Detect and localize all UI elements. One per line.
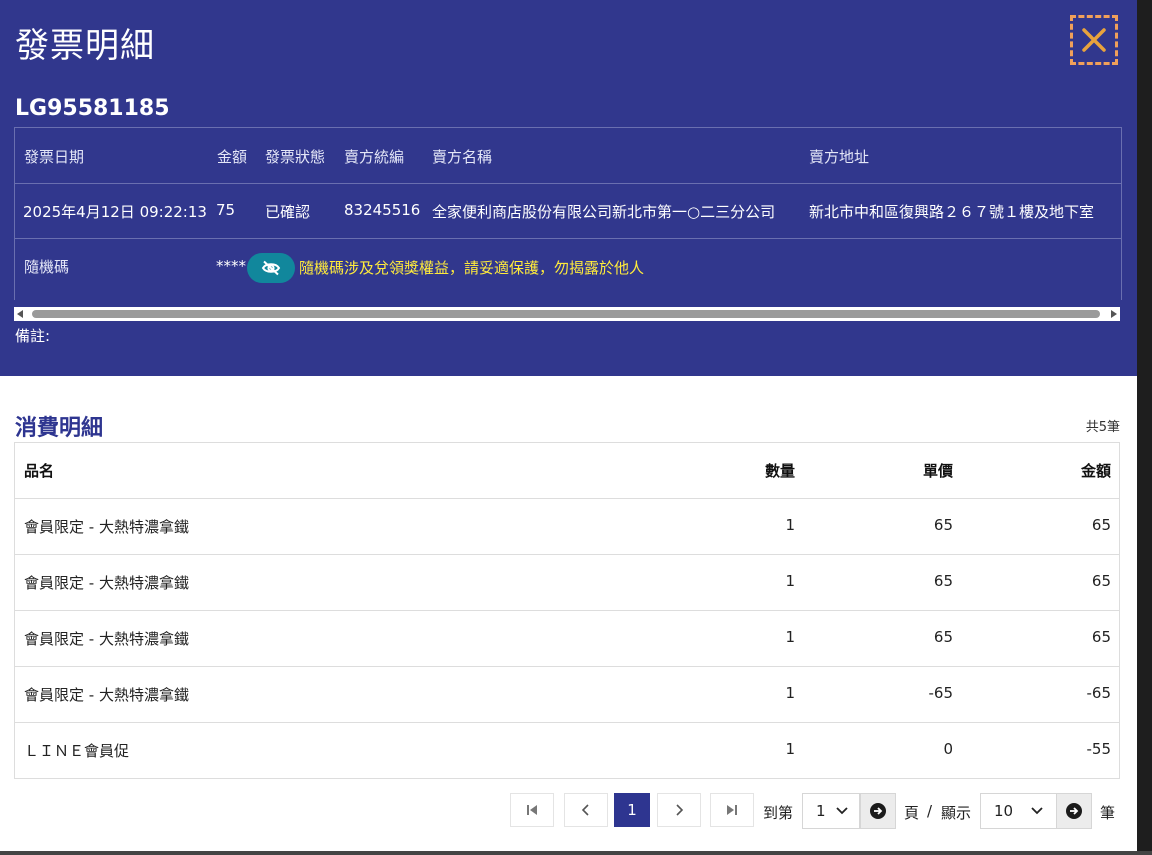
chevron-right-icon — [676, 804, 684, 816]
item-unit-price: 0 — [943, 740, 953, 758]
separator: / — [927, 802, 933, 820]
header-seller-address: 賣方地址 — [809, 148, 870, 166]
invoice-status: 已確認 — [265, 203, 311, 221]
previous-page-button[interactable] — [564, 793, 608, 827]
table-row: 會員限定 - 大熱特濃拿鐵 1 65 65 — [15, 555, 1119, 611]
item-amount: -65 — [1086, 684, 1112, 702]
item-amount: 65 — [1091, 628, 1111, 646]
header-seller-tax-id: 賣方統編 — [344, 148, 405, 166]
show-label: 顯示 — [941, 804, 972, 822]
header-quantity: 數量 — [764, 462, 795, 480]
info-value-row: 2025年4月12日 09:22:13 75 已確認 83245516 全家便利… — [15, 183, 1121, 239]
seller-address: 新北市中和區復興路２６７號１樓及地下室 — [809, 203, 1095, 221]
random-code-label: 隨機碼 — [24, 258, 70, 276]
item-quantity: 1 — [785, 516, 795, 534]
page-size-select[interactable]: 10 — [980, 793, 1057, 829]
chevron-down-icon — [835, 807, 848, 815]
scroll-thumb[interactable] — [32, 310, 1100, 318]
page-select-value: 1 — [816, 802, 826, 820]
header-item-name: 品名 — [24, 462, 55, 480]
page-1-button[interactable]: 1 — [614, 793, 650, 827]
chevron-left-icon — [581, 804, 589, 816]
info-header-row: 發票日期 金額 發票狀態 賣方統編 賣方名稱 賣方地址 — [15, 128, 1121, 184]
scroll-left-arrow[interactable] — [17, 310, 23, 318]
item-quantity: 1 — [785, 684, 795, 702]
item-amount: 65 — [1091, 516, 1111, 534]
page-size-value: 10 — [994, 802, 1014, 820]
header-unit-price: 單價 — [922, 462, 953, 480]
item-unit-price: 65 — [933, 516, 953, 534]
item-name: 會員限定 - 大熱特濃拿鐵 — [24, 630, 189, 648]
modal-header: 發票明細 LG95581185 發票日期 金額 發票狀態 賣方統編 賣方名稱 賣… — [0, 0, 1137, 376]
remark-label: 備註: — [15, 327, 51, 345]
item-quantity: 1 — [785, 628, 795, 646]
seller-name: 全家便利商店股份有限公司新北市第一○二三分公司 — [432, 203, 776, 221]
reveal-random-code-button[interactable] — [247, 253, 295, 283]
invoice-amount: 75 — [216, 201, 236, 219]
first-page-button[interactable] — [510, 793, 554, 827]
scroll-right-arrow[interactable] — [1111, 310, 1117, 318]
item-quantity: 1 — [785, 572, 795, 590]
random-code-value: **** — [216, 257, 246, 275]
modal-title: 發票明細 — [15, 26, 155, 66]
header-amount: 金額 — [217, 148, 248, 166]
first-page-icon — [527, 805, 537, 815]
header-amount: 金額 — [1080, 462, 1111, 480]
header-invoice-date: 發票日期 — [24, 148, 85, 166]
item-name: 會員限定 - 大熱特濃拿鐵 — [24, 574, 189, 592]
table-row: 會員限定 - 大熱特濃拿鐵 1 65 65 — [15, 499, 1119, 555]
invoice-number: LG95581185 — [15, 96, 170, 121]
header-seller-name: 賣方名稱 — [432, 148, 493, 166]
random-code-row: 隨機碼 **** 隨機碼涉及兌領獎權益，請妥適保護，勿揭露於他人 — [15, 238, 1121, 298]
item-unit-price: 65 — [933, 572, 953, 590]
table-row: 會員限定 - 大熱特濃拿鐵 1 -65 -65 — [15, 667, 1119, 723]
page-backdrop-bottom — [0, 851, 1152, 855]
invoice-date: 2025年4月12日 09:22:13 — [23, 203, 207, 221]
page-backdrop — [1137, 0, 1152, 855]
invoice-info-table: 發票日期 金額 發票狀態 賣方統編 賣方名稱 賣方地址 2025年4月12日 0… — [14, 127, 1122, 300]
item-name: ＬＩＮＥ會員促 — [24, 742, 130, 760]
total-count: 共5筆 — [1085, 420, 1120, 435]
apply-page-size-button[interactable] — [1056, 793, 1092, 829]
item-quantity: 1 — [785, 740, 795, 758]
close-icon — [1082, 28, 1106, 52]
arrow-right-circle-icon — [870, 803, 886, 819]
item-amount: 65 — [1091, 572, 1111, 590]
seller-tax-id: 83245516 — [344, 201, 421, 219]
items-unit-label: 筆 — [1100, 804, 1116, 822]
item-unit-price: -65 — [928, 684, 954, 702]
header-status: 發票狀態 — [265, 148, 326, 166]
invoice-detail-modal: 發票明細 LG95581185 發票日期 金額 發票狀態 賣方統編 賣方名稱 賣… — [0, 0, 1137, 851]
goto-page-button[interactable] — [860, 793, 896, 829]
item-name: 會員限定 - 大熱特濃拿鐵 — [24, 686, 189, 704]
eye-off-icon — [261, 260, 281, 276]
random-code-warning: 隨機碼涉及兌領獎權益，請妥適保護，勿揭露於他人 — [299, 259, 645, 277]
items-table: 品名 數量 單價 金額 會員限定 - 大熱特濃拿鐵 1 65 65 會員限定 -… — [14, 442, 1120, 779]
item-name: 會員限定 - 大熱特濃拿鐵 — [24, 518, 189, 536]
page-unit-label: 頁 — [904, 804, 920, 822]
next-page-button[interactable] — [657, 793, 701, 827]
table-row: 會員限定 - 大熱特濃拿鐵 1 65 65 — [15, 611, 1119, 667]
goto-label: 到第 — [763, 804, 794, 822]
horizontal-scrollbar[interactable] — [14, 307, 1120, 321]
last-page-button[interactable] — [710, 793, 754, 827]
last-page-icon — [727, 805, 737, 815]
item-amount: -55 — [1086, 740, 1112, 758]
item-unit-price: 65 — [933, 628, 953, 646]
page-select[interactable]: 1 — [802, 793, 860, 829]
table-row: ＬＩＮＥ會員促 1 0 -55 — [15, 723, 1119, 778]
items-header-row: 品名 數量 單價 金額 — [15, 443, 1119, 499]
arrow-right-circle-icon — [1066, 803, 1082, 819]
details-title: 消費明細 — [15, 416, 104, 441]
chevron-down-icon — [1031, 807, 1043, 815]
close-button[interactable] — [1070, 15, 1118, 65]
